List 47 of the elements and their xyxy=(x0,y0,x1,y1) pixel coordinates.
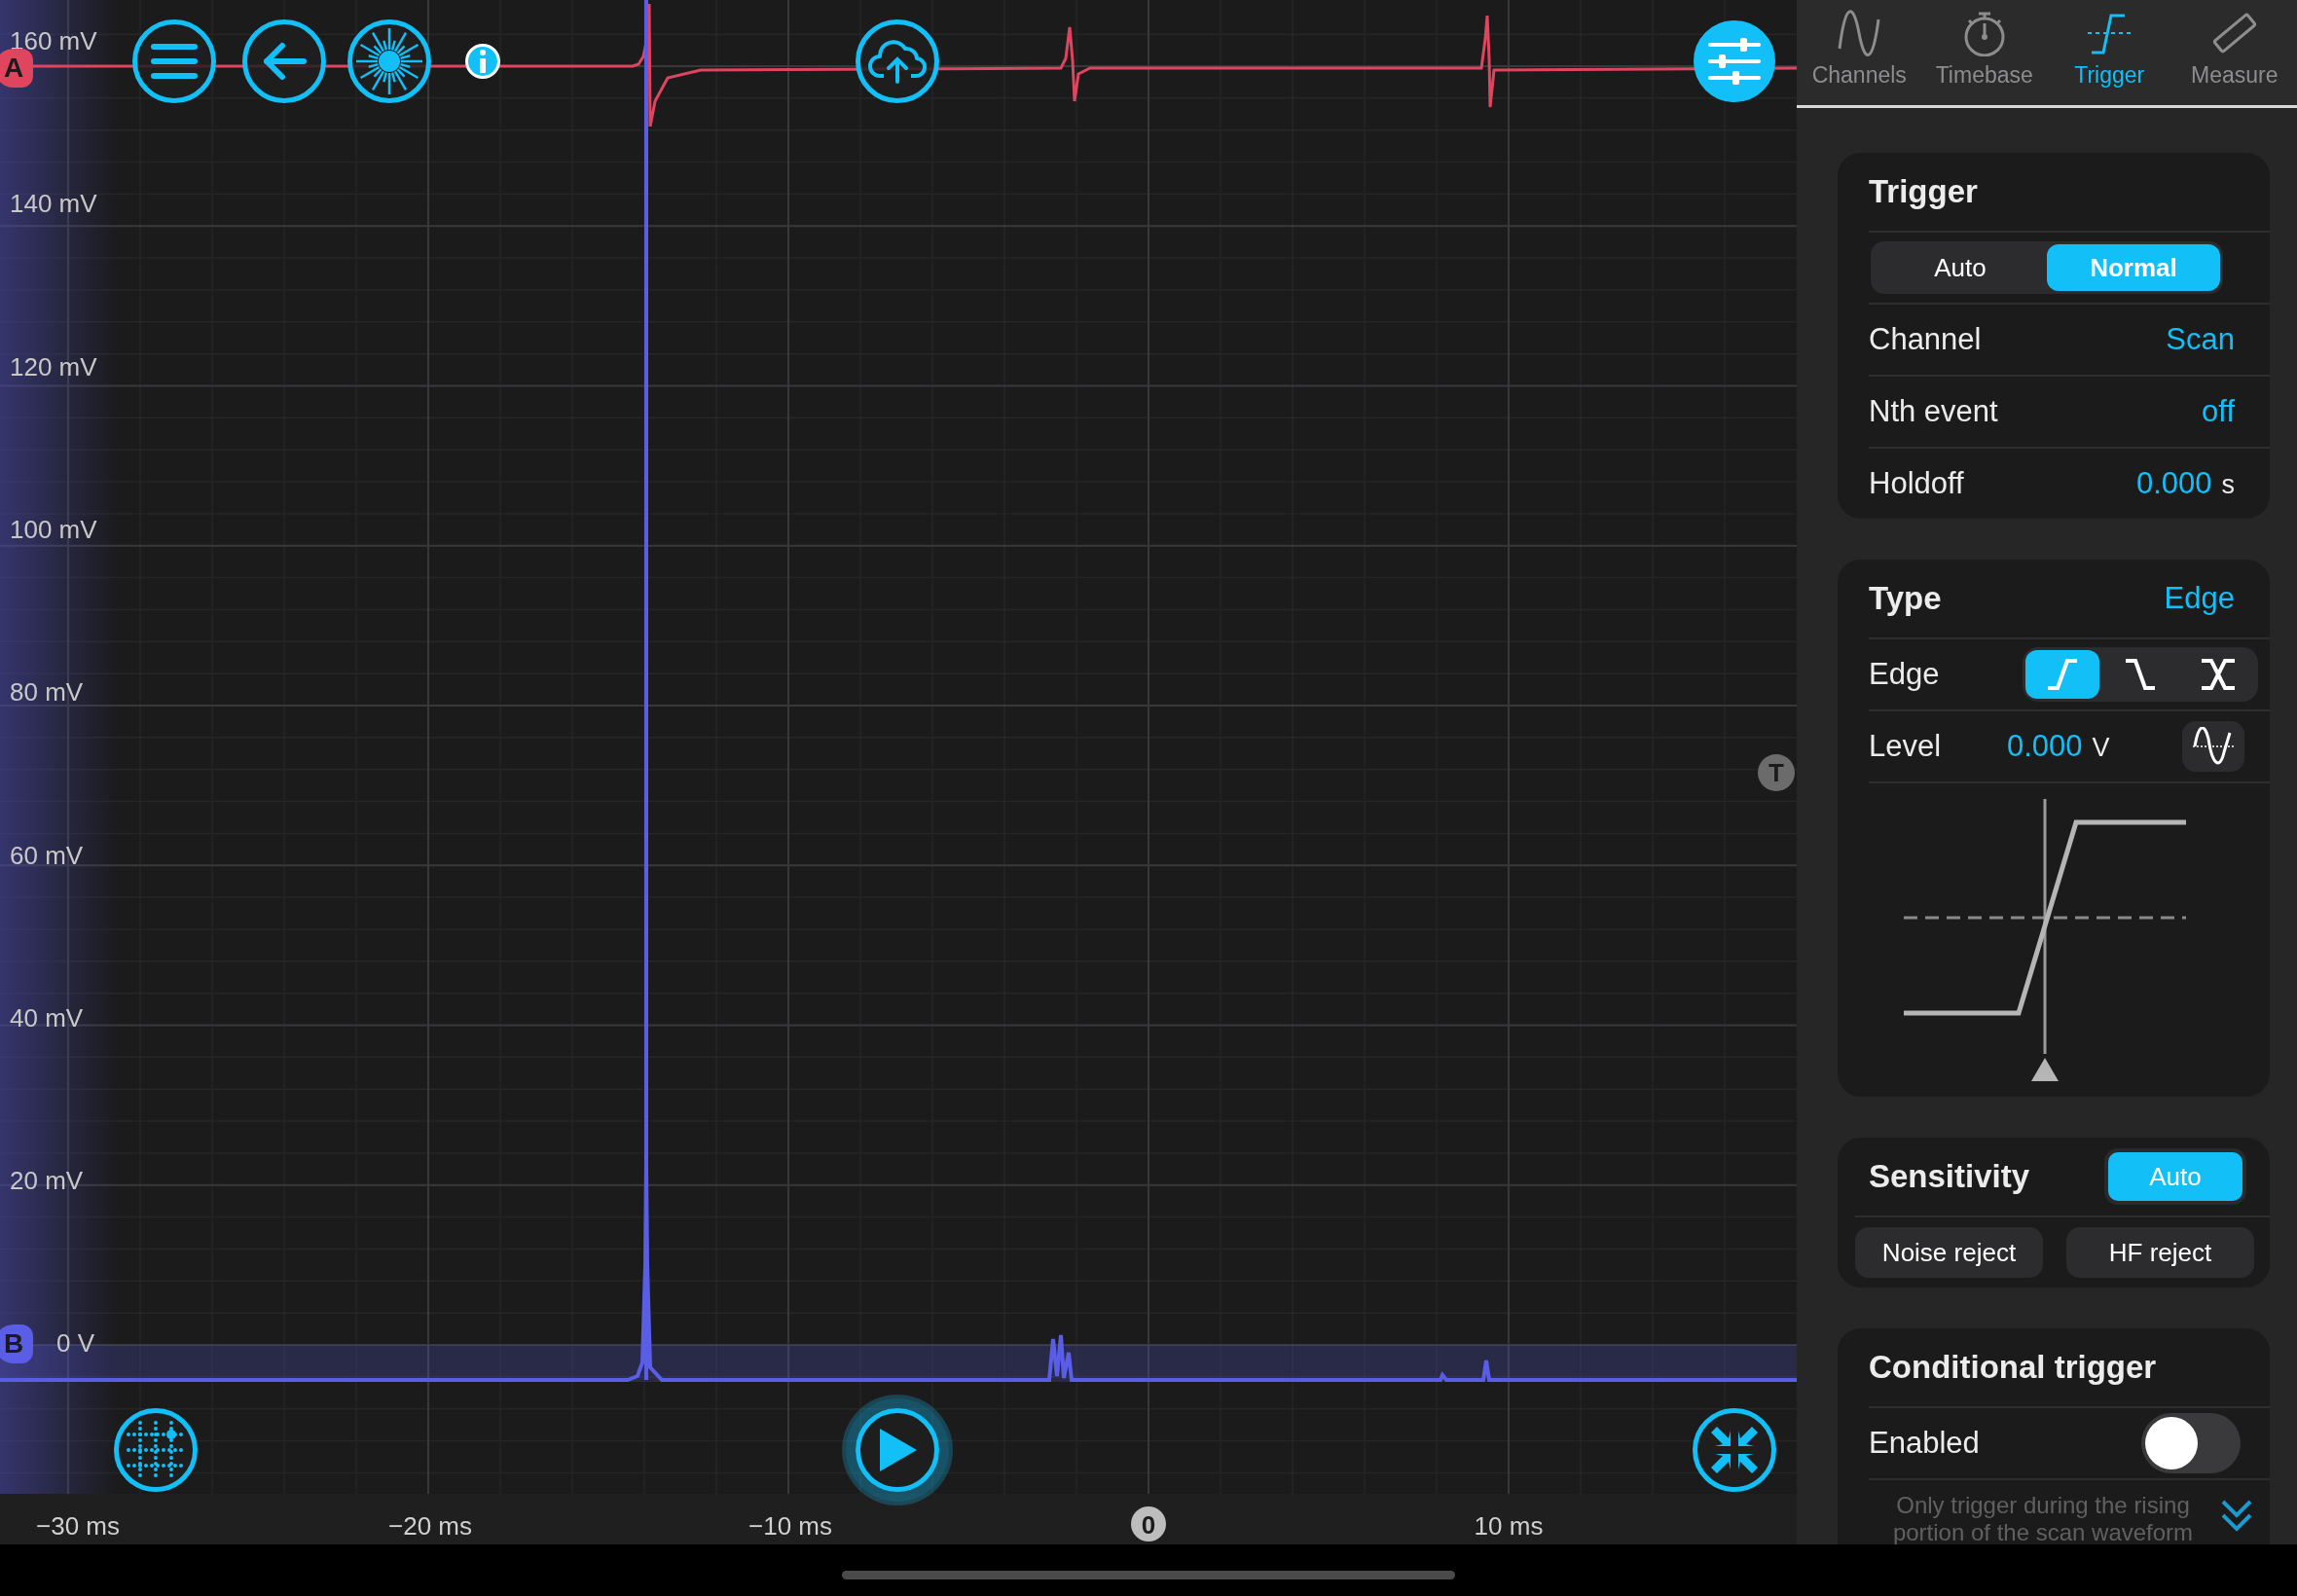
setting-label: Nth event xyxy=(1869,394,1999,429)
setting-label: Enabled xyxy=(1869,1426,1981,1461)
mode-segmented-control[interactable]: Auto Normal xyxy=(1871,241,2223,294)
axis-label: 10 ms xyxy=(1474,1510,1544,1542)
waveform-button[interactable] xyxy=(2182,721,2244,772)
setting-label: Channel xyxy=(1869,322,1983,357)
axis-label: 20 mV xyxy=(10,1165,84,1198)
axis-label: 60 mV xyxy=(10,839,84,872)
unit-label: s xyxy=(2221,470,2235,500)
card-title: Conditional trigger xyxy=(1869,1349,2157,1386)
setting-value[interactable]: Scan xyxy=(2166,322,2235,357)
filter-button[interactable]: HF reject xyxy=(2066,1227,2254,1278)
setting-label: Level xyxy=(1869,729,1943,764)
axis-label: 140 mV xyxy=(10,188,97,221)
card-title: Trigger xyxy=(1869,173,1978,210)
cloud-upload-icon xyxy=(868,39,927,84)
edge-segmented-control[interactable] xyxy=(2023,647,2258,702)
starburst-icon xyxy=(354,26,424,96)
menu-icon xyxy=(150,42,199,81)
axis-label: 120 mV xyxy=(10,350,97,383)
level-value[interactable]: 0.000 xyxy=(2007,729,2083,764)
tab[interactable]: Trigger xyxy=(2047,0,2172,105)
sine-wave-icon xyxy=(2191,727,2236,766)
setting-value[interactable]: 0.000 xyxy=(2135,466,2212,501)
setting-label: Edge xyxy=(1869,657,1941,692)
axis-label: 40 mV xyxy=(10,1001,84,1034)
setting-label: Holdoff xyxy=(1869,466,1965,501)
setting-value[interactable]: off xyxy=(2202,394,2235,429)
channel-marker[interactable]: A xyxy=(0,49,33,88)
card-title: Sensitivity xyxy=(1869,1158,2030,1195)
type-value[interactable]: Edge xyxy=(2164,581,2235,616)
axis-label: −30 ms xyxy=(36,1510,120,1542)
card-title: Type xyxy=(1869,580,1942,617)
edge-option[interactable] xyxy=(2025,650,2099,699)
axis-label: 0 V xyxy=(56,1327,95,1360)
mode-segment[interactable]: Auto xyxy=(1874,244,2047,291)
axis-label: −10 ms xyxy=(748,1510,832,1542)
info-icon xyxy=(478,50,488,73)
tab[interactable]: Timebase xyxy=(1921,0,2047,105)
tab[interactable]: Channels xyxy=(1797,0,1922,105)
axis-label: 80 mV xyxy=(10,676,84,709)
axis-label: 100 mV xyxy=(10,513,97,546)
tab[interactable]: Measure xyxy=(2171,0,2297,105)
unit-label: V xyxy=(2092,733,2110,763)
axis-label: −20 ms xyxy=(388,1510,472,1542)
sliders-icon xyxy=(1707,37,1762,86)
filter-button[interactable]: Noise reject xyxy=(1855,1227,2043,1278)
